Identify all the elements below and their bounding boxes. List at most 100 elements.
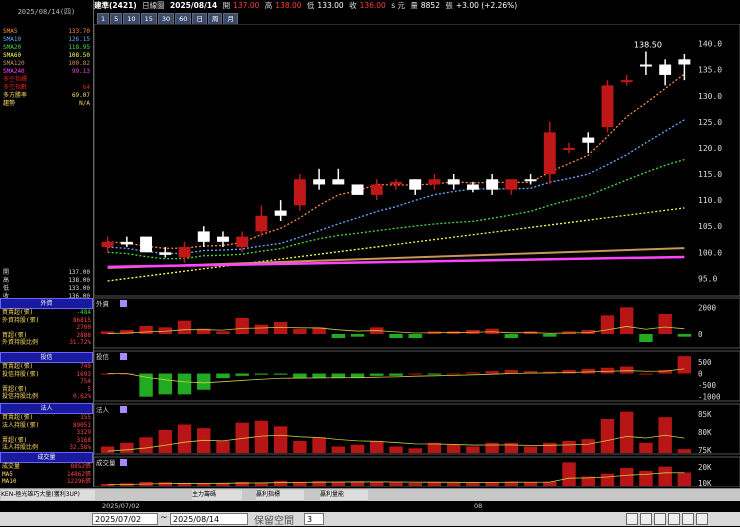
foreign-bar [619, 307, 634, 334]
timeframe-bar: 1 5 10 15 30 60 日周月 [97, 13, 238, 25]
side-panel-1: 投信 買賣超(張) 749 投信持股(張) 1693 754 賣超(張) 5 投信持股比例 0.6… [0, 352, 93, 401]
from-date-input[interactable]: 2025/07/02 [92, 513, 158, 525]
candle-body [659, 64, 672, 75]
inst-bar [466, 446, 480, 453]
left-icon[interactable] [654, 513, 666, 525]
sma-value: 69.07 [71, 92, 90, 99]
candle-body [428, 179, 441, 185]
sma-row: 多空指數 64 [1, 84, 92, 92]
foreign-bar [389, 334, 403, 338]
inst-bar [370, 441, 384, 453]
candle-body [351, 184, 364, 195]
inst-bar [485, 442, 499, 453]
side-panel-row: 買賣超(張) 155 [2, 414, 91, 421]
side-panel-row: 754 [80, 378, 91, 385]
trust-bar [158, 373, 173, 395]
close-value: 136.00 [359, 1, 386, 10]
sma-name: SMA10 [3, 36, 22, 43]
side-panel-row: 2700 [76, 324, 91, 331]
trust-tick: 500 [698, 358, 712, 367]
unit-label: s 元 [391, 1, 405, 10]
inst-bar [120, 442, 134, 453]
side-panel-title: 成交量 [0, 452, 93, 463]
vol-bar [273, 481, 288, 486]
candle-body [678, 59, 691, 65]
toolbar-icons [626, 513, 708, 525]
inst-bar [504, 442, 519, 453]
candle-body [293, 179, 306, 206]
volume-value: 8852 [420, 1, 440, 10]
candle-body [217, 236, 229, 242]
foreign-tick: 2000 [698, 303, 717, 312]
foreign-bar [600, 315, 615, 334]
candle-body [601, 85, 614, 128]
side-panel-row: MA5 14862張 [2, 470, 91, 478]
trust-bar [485, 371, 499, 374]
trust-bar [408, 373, 422, 375]
sma-row: 多方勝率 69.07 [1, 92, 92, 100]
sma-value: N/A [79, 100, 90, 107]
zoom-out-icon[interactable] [640, 513, 652, 525]
change-label: 張 [445, 1, 453, 10]
candle-body [486, 179, 499, 190]
price-tick: 105.0 [698, 222, 722, 231]
sma-name: SMA20 [3, 44, 22, 51]
keep-space-input[interactable]: 3 [304, 513, 324, 525]
price-tick: 95.0 [698, 274, 717, 283]
vol-bar [466, 482, 480, 486]
sma-row: SMA120 100.82 [1, 60, 92, 68]
indicator-tab-volume[interactable]: 贏利量能 [320, 490, 368, 500]
candle-body [563, 147, 575, 150]
inst-bar [350, 444, 365, 453]
side-panel-row: 投信持股(張) 1693 [2, 370, 91, 378]
zoom-in-icon[interactable] [626, 513, 638, 525]
indicator-tab-profit[interactable]: 贏利指標 [256, 490, 304, 500]
inst-bar [331, 446, 346, 453]
vol-bar [658, 466, 672, 486]
vol-bar [523, 482, 538, 486]
side-panel-0: 外資 買賣超(張) -484 外資持股(張) 86815 2700 買超(張) 2888 外資持… [0, 298, 93, 347]
inst-bar [543, 442, 557, 453]
inst-bar [446, 444, 461, 453]
inst-tick: 80K [698, 428, 712, 437]
trust-bar [370, 373, 384, 376]
candle-body [390, 181, 402, 185]
foreign-bar [504, 334, 519, 338]
trust-bar [600, 367, 615, 374]
indicator-tab-ken[interactable]: KEN-極光雄巧大量(獲利3UP) [1, 490, 95, 500]
indicator-tab-main-chip[interactable]: 主力籌碼 [192, 490, 242, 500]
inst-bar [408, 448, 422, 453]
right-icon[interactable] [668, 513, 680, 525]
subpanel-icon [120, 406, 127, 413]
subpanel-label: 外資 [96, 299, 110, 308]
trust-tick: -500 [698, 381, 717, 390]
price-tick: 125.0 [698, 118, 722, 127]
trust-bar [293, 373, 307, 379]
sma-row: SMA60 108.50 [1, 52, 92, 60]
inst-bar [523, 446, 538, 453]
sma-value: 99.13 [71, 68, 90, 75]
price-tick: 135.0 [698, 66, 722, 75]
candle-body [159, 252, 172, 255]
chart-area[interactable]: 140.0 135.0 130.0 125.0 120.0 115.0 110.0 105.0… [94, 24, 740, 487]
foreign-bar [273, 322, 288, 334]
fit-icon[interactable] [682, 513, 694, 525]
foreign-bar [639, 334, 653, 342]
candle-body [140, 236, 153, 253]
subpanel-icon [120, 459, 127, 466]
inst-tick: 75K [698, 446, 712, 455]
vol-bar [446, 482, 461, 486]
settings-icon[interactable] [696, 513, 708, 525]
inst-bar [139, 437, 153, 453]
trust-bar [504, 370, 519, 374]
date-axis: 2025/07/02 08 [94, 500, 740, 512]
ohlc-list: 開 137.00 高 138.00 低 133.00 收 136.00 [1, 269, 92, 301]
sma-value: 133.70 [68, 28, 90, 35]
inst-bar [273, 426, 288, 453]
sma-name: SMA240 [3, 68, 25, 75]
foreign-bar [543, 334, 557, 337]
vol-bar [600, 473, 615, 486]
to-date-input[interactable]: 2025/08/14 [170, 513, 248, 525]
candle-body [178, 247, 191, 258]
current-date-label: 2025/08/14(四) [17, 8, 76, 16]
